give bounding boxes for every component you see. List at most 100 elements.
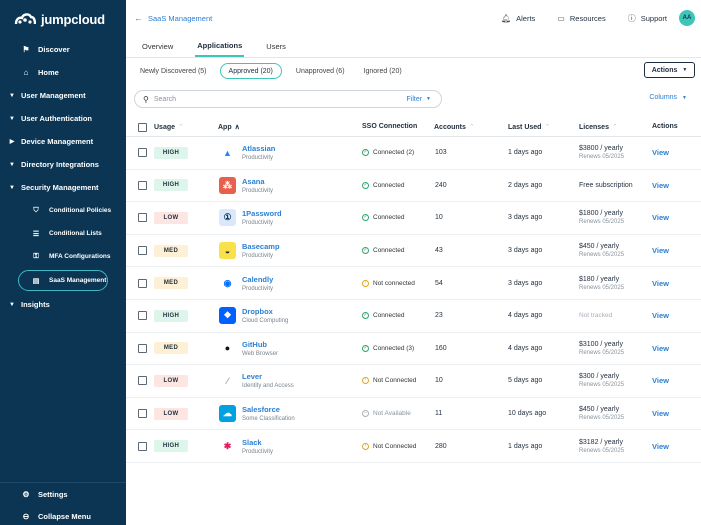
sidebar-item-user-management[interactable]: ▼ User Management [0,84,126,107]
table-row[interactable]: LOW ☁ Salesforce Some Classification – Not Av… [126,398,701,431]
app-name-link[interactable]: Atlassian [242,144,275,153]
sidebar-item-insights[interactable]: ▼ Insights [0,293,126,316]
filter-pill[interactable]: Approved (20) [219,63,282,79]
columns-dropdown[interactable]: Columns ▼ [649,94,687,101]
avatar[interactable]: AA [679,10,695,26]
app-category: Productivity [242,187,274,194]
app-name-link[interactable]: Basecamp [242,242,280,251]
license-block: $450 / yearly Renews 05/2025 [579,243,624,258]
row-checkbox[interactable] [138,170,147,202]
app-name-link[interactable]: Slack [242,438,273,447]
table-row[interactable]: LOW ⁄ Lever Identity and Access! Not Connect… [126,365,701,398]
usage-cell: LOW [154,398,188,430]
tab-applications[interactable]: Applications [195,35,245,57]
sidebar-item-security-management[interactable]: ▼ Security Management [0,176,126,199]
view-link[interactable]: View [652,344,669,353]
resources-button[interactable]: ▭ Resources [557,14,605,23]
row-checkbox[interactable] [138,137,147,169]
table-row[interactable]: MED ◉ Calendly Productivity! Not connected 54… [126,267,701,300]
app-name-link[interactable]: Calendly [242,275,273,284]
sidebar-item-saas-management[interactable]: ▤ SaaS Management [18,270,108,291]
row-checkbox[interactable] [138,300,147,332]
breadcrumb[interactable]: ← SaaS Management [134,13,212,23]
view-link[interactable]: View [652,279,669,288]
filter-pill[interactable]: Ignored (20) [364,63,402,79]
filter-pill[interactable]: Newly Discovered (5) [140,63,207,79]
accounts-cell: 43 [435,247,443,255]
caret-down-icon: ▼ [426,96,431,102]
view-link[interactable]: View [652,311,669,320]
search-input[interactable]: ⚲ Search Filter ▼ [134,90,442,108]
app-category: Cloud Computing [242,318,289,325]
app-name-block: Dropbox Cloud Computing [242,307,288,324]
nav-collapse-menu[interactable]: ⊖ Collapse Menu [0,506,126,525]
sidebar-item-conditional-lists[interactable]: ☰ Conditional Lists [0,222,126,245]
table-row[interactable]: MED ◒ Basecamp Productivity ✓ Connected 43 3 da… [126,235,701,268]
app-cell[interactable]: ▲ Atlassian Productivity [219,137,275,169]
actions-button[interactable]: Actions ▼ [644,62,695,78]
table-row[interactable]: LOW ① 1Password Productivity ✓ Connected 10 3 d… [126,202,701,235]
app-name-link[interactable]: 1Password [242,209,282,218]
app-cell[interactable]: ◒ Basecamp Productivity [219,235,280,267]
logo[interactable]: jumpcloud [0,0,126,38]
view-link[interactable]: View [652,148,669,157]
alerts-button[interactable]: 🔔︎ Alerts [501,14,535,23]
select-all-checkbox[interactable] [138,123,147,132]
table-row[interactable]: HIGH ✱ Slack Productivity! Not Connected 280 1… [126,430,701,463]
col-sso[interactable]: SSO Connection [362,123,417,130]
usage-badge: HIGH [154,440,188,453]
row-checkbox[interactable] [138,398,147,430]
row-checkbox[interactable] [138,333,147,365]
view-link[interactable]: View [652,442,669,451]
app-name-link[interactable]: Lever [242,372,294,381]
sidebar-item-device-management[interactable]: ▶ Device Management [0,130,126,153]
table-row[interactable]: HIGH ▲ Atlassian Productivity ✓ Connected (2)… [126,137,701,170]
view-link[interactable]: View [652,376,669,385]
sso-status: ✓ Connected [362,312,404,320]
table-row[interactable]: HIGH ⁂ Asana Productivity ✓ Connected 240 2 day… [126,170,701,203]
tab-overview[interactable]: Overview [142,35,173,57]
view-link[interactable]: View [652,213,669,222]
tab-users[interactable]: Users [266,35,286,57]
sidebar-item-user-authentication[interactable]: ▼ User Authentication [0,107,126,130]
col-app[interactable]: App ∧ [218,123,240,131]
app-cell[interactable]: ⁄ Lever Identity and Access [219,365,294,397]
app-name-link[interactable]: Asana [242,177,273,186]
row-checkbox[interactable] [138,365,147,397]
sidebar-item-directory-integrations[interactable]: ▼ Directory Integrations [0,153,126,176]
sidebar-item-mfa-configurations[interactable]: ⚿ MFA Configurations [0,245,126,268]
app-name-link[interactable]: Dropbox [242,307,288,316]
sidebar-item-discover[interactable]: ⚑ Discover [0,38,126,61]
license-block: $300 / yearly Renews 05/2025 [579,373,624,388]
col-licenses[interactable]: Licenses ⌃ [579,123,618,131]
app-cell[interactable]: ❖ Dropbox Cloud Computing [219,300,288,332]
col-accounts[interactable]: Accounts ⌃ [434,123,475,131]
row-checkbox[interactable] [138,235,147,267]
row-checkbox[interactable] [138,267,147,299]
col-last-used[interactable]: Last Used ⌃ [508,123,550,131]
app-name-link[interactable]: Salesforce [242,405,295,414]
sso-cell: ! Not Connected [362,430,416,462]
support-button[interactable]: ⓘ Support [628,13,667,24]
app-cell[interactable]: ⁂ Asana Productivity [219,170,273,202]
filter-dropdown[interactable]: Filter ▼ [406,96,431,103]
col-usage[interactable]: Usage ⌃ [154,123,184,131]
sidebar-item-conditional-policies[interactable]: ⛉ Conditional Policies [0,199,126,222]
app-cell[interactable]: ✱ Slack Productivity [219,430,273,462]
view-link[interactable]: View [652,409,669,418]
row-checkbox[interactable] [138,202,147,234]
sidebar-item-label: MFA Configurations [49,253,111,260]
app-name-link[interactable]: GitHub [242,340,278,349]
view-link[interactable]: View [652,246,669,255]
app-cell[interactable]: ● GitHub Web Browser [219,333,278,365]
table-row[interactable]: MED ● GitHub Web Browser ✓ Connected (3) 160 4 … [126,333,701,366]
row-checkbox[interactable] [138,430,147,462]
filter-pill[interactable]: Unapproved (6) [296,63,345,79]
table-row[interactable]: HIGH ❖ Dropbox Cloud Computing ✓ Connected 23 4… [126,300,701,333]
app-cell[interactable]: ☁ Salesforce Some Classification [219,398,295,430]
app-cell[interactable]: ◉ Calendly Productivity [219,267,273,299]
nav-settings[interactable]: ⚙ Settings [0,483,126,505]
sidebar-item-home[interactable]: ⌂ Home [0,61,126,84]
app-cell[interactable]: ① 1Password Productivity [219,202,282,234]
view-link[interactable]: View [652,181,669,190]
